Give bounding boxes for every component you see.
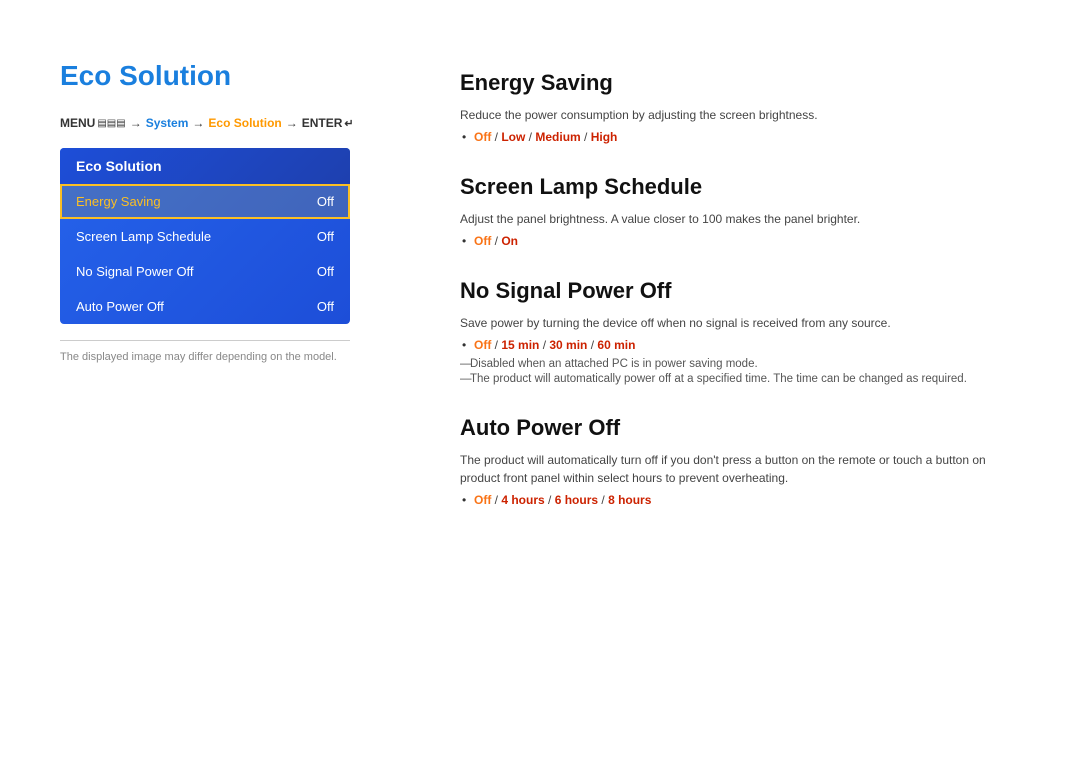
opt-off: Off bbox=[474, 130, 491, 144]
no-signal-title: No Signal Power Off bbox=[460, 278, 1020, 304]
section-no-signal: No Signal Power Off Save power by turnin… bbox=[460, 278, 1020, 385]
auto-power-desc: The product will automatically turn off … bbox=[460, 451, 1020, 487]
auto-power-options: Off / 4 hours / 6 hours / 8 hours bbox=[474, 493, 1020, 507]
menu-item-label: Screen Lamp Schedule bbox=[76, 229, 211, 244]
menu-item-value: Off bbox=[317, 264, 334, 279]
no-signal-note2: The product will automatically power off… bbox=[460, 373, 1020, 385]
opt-30min: 30 min bbox=[549, 338, 587, 352]
opt-4h: 4 hours bbox=[501, 493, 544, 507]
breadcrumb: MENU ▤▤▤ → System → Eco Solution → ENTER… bbox=[60, 116, 400, 130]
auto-power-title: Auto Power Off bbox=[460, 415, 1020, 441]
page-title: Eco Solution bbox=[60, 60, 400, 92]
opt-15min: 15 min bbox=[501, 338, 539, 352]
breadcrumb-enter: ENTER bbox=[302, 116, 343, 130]
breadcrumb-system: System bbox=[146, 116, 189, 130]
breadcrumb-arrow1: → bbox=[130, 116, 142, 130]
opt-off: Off bbox=[474, 338, 491, 352]
breadcrumb-menu: MENU bbox=[60, 116, 95, 130]
opt-off: Off bbox=[474, 234, 491, 248]
breadcrumb-arrow2: → bbox=[192, 116, 204, 130]
menu-item-energy-saving[interactable]: Energy Saving Off bbox=[60, 184, 350, 219]
breadcrumb-menu-icon: ▤▤▤ bbox=[97, 118, 125, 129]
menu-item-label: Energy Saving bbox=[76, 194, 161, 209]
menu-item-label: Auto Power Off bbox=[76, 299, 164, 314]
opt-on: On bbox=[501, 234, 518, 248]
section-energy-saving: Energy Saving Reduce the power consumpti… bbox=[460, 70, 1020, 144]
energy-saving-options: Off / Low / Medium / High bbox=[474, 130, 1020, 144]
menu-item-no-signal[interactable]: No Signal Power Off Off bbox=[60, 254, 350, 289]
opt-low: Low bbox=[501, 130, 525, 144]
opt-medium: Medium bbox=[535, 130, 580, 144]
eco-solution-menu: Eco Solution Energy Saving Off Screen La… bbox=[60, 148, 350, 324]
opt-8h: 8 hours bbox=[608, 493, 651, 507]
menu-header: Eco Solution bbox=[60, 148, 350, 184]
no-signal-options: Off / 15 min / 30 min / 60 min bbox=[474, 338, 1020, 352]
breadcrumb-enter-icon: ↵ bbox=[344, 117, 353, 130]
no-signal-note1: Disabled when an attached PC is in power… bbox=[460, 358, 1020, 370]
opt-off: Off bbox=[474, 493, 491, 507]
section-auto-power: Auto Power Off The product will automati… bbox=[460, 415, 1020, 507]
opt-high: High bbox=[591, 130, 618, 144]
disclaimer-text: The displayed image may differ depending… bbox=[60, 351, 400, 363]
menu-item-label: No Signal Power Off bbox=[76, 264, 194, 279]
energy-saving-title: Energy Saving bbox=[460, 70, 1020, 96]
divider bbox=[60, 340, 350, 341]
opt-60min: 60 min bbox=[597, 338, 635, 352]
menu-item-value: Off bbox=[317, 194, 334, 209]
left-panel: Eco Solution MENU ▤▤▤ → System → Eco Sol… bbox=[60, 60, 400, 537]
right-panel: Energy Saving Reduce the power consumpti… bbox=[460, 60, 1020, 537]
screen-lamp-options: Off / On bbox=[474, 234, 1020, 248]
opt-6h: 6 hours bbox=[555, 493, 598, 507]
menu-item-screen-lamp[interactable]: Screen Lamp Schedule Off bbox=[60, 219, 350, 254]
energy-saving-desc: Reduce the power consumption by adjustin… bbox=[460, 106, 1020, 124]
screen-lamp-title: Screen Lamp Schedule bbox=[460, 174, 1020, 200]
screen-lamp-desc: Adjust the panel brightness. A value clo… bbox=[460, 210, 1020, 228]
breadcrumb-eco: Eco Solution bbox=[208, 116, 281, 130]
menu-item-value: Off bbox=[317, 229, 334, 244]
menu-item-value: Off bbox=[317, 299, 334, 314]
section-screen-lamp: Screen Lamp Schedule Adjust the panel br… bbox=[460, 174, 1020, 248]
no-signal-desc: Save power by turning the device off whe… bbox=[460, 314, 1020, 332]
breadcrumb-arrow3: → bbox=[286, 116, 298, 130]
menu-item-auto-power[interactable]: Auto Power Off Off bbox=[60, 289, 350, 324]
